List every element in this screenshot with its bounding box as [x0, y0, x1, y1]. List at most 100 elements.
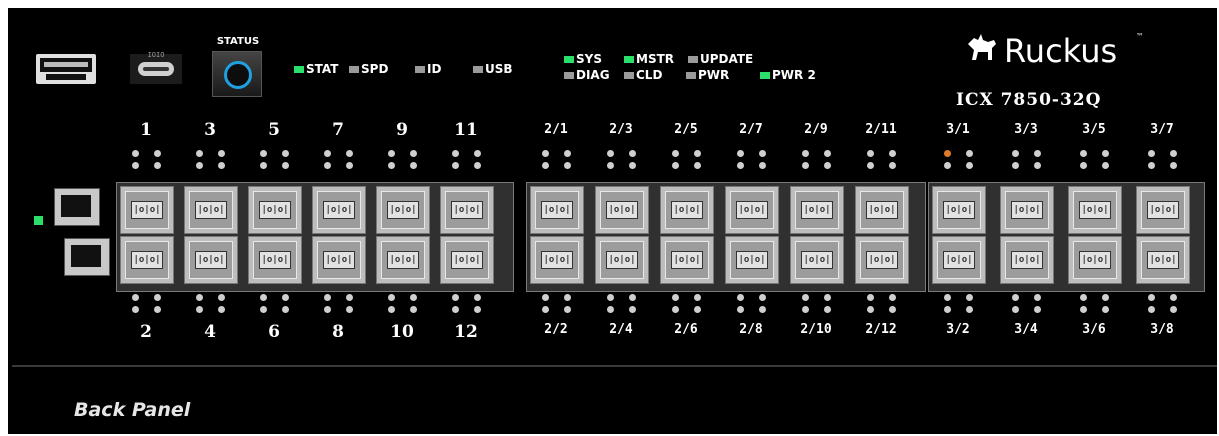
- led-spd-label: SPD: [361, 62, 389, 76]
- console-port[interactable]: [64, 238, 110, 276]
- model-number: ICX 7850-32Q: [956, 90, 1102, 110]
- qsfp-port-top[interactable]: |o|o|: [855, 186, 909, 234]
- qsfp-port-bottom[interactable]: |o|o|: [725, 236, 779, 284]
- qsfp-port-bottom[interactable]: |o|o|: [440, 236, 494, 284]
- port-led-icon: [324, 150, 331, 157]
- port-led-icon: [607, 150, 614, 157]
- qsfp-port-bottom[interactable]: |o|o|: [184, 236, 238, 284]
- qsfp-port-bottom[interactable]: |o|o|: [1068, 236, 1122, 284]
- qsfp-port-top[interactable]: |o|o|: [530, 186, 584, 234]
- led-indicator-icon: [624, 71, 634, 79]
- port-led-icon: [629, 306, 636, 313]
- port-cage-inner: |o|o|: [1141, 241, 1185, 279]
- port-cage-inner: |o|o|: [937, 191, 981, 229]
- port-led-icon: [564, 150, 571, 157]
- port-label-top: 2/3: [609, 122, 633, 137]
- port-led-icon: [474, 306, 481, 313]
- port-label-top: 2/9: [804, 122, 828, 137]
- qsfp-port-top[interactable]: |o|o|: [1000, 186, 1054, 234]
- port-led-icon: [542, 306, 549, 313]
- qsfp-port-bottom[interactable]: |o|o|: [1136, 236, 1190, 284]
- port-label-top: 11: [454, 120, 478, 140]
- port-led-icon: [1170, 150, 1177, 157]
- mgmt-port[interactable]: [54, 188, 100, 226]
- port-led-dots-bottom: [863, 292, 901, 314]
- lc-connector-icon: |o|o|: [1011, 251, 1043, 269]
- port-led-icon: [759, 306, 766, 313]
- port-label-bottom: 2/2: [544, 322, 568, 337]
- port-cage-inner: |o|o|: [381, 241, 425, 279]
- port-label-top: 9: [396, 120, 408, 140]
- port-led-icon: [474, 162, 481, 169]
- lc-connector-icon: |o|o|: [323, 201, 355, 219]
- port-led-icon: [1148, 294, 1155, 301]
- qsfp-port-bottom[interactable]: |o|o|: [1000, 236, 1054, 284]
- qsfp-port-top[interactable]: |o|o|: [1068, 186, 1122, 234]
- port-led-dots-bottom: [668, 292, 706, 314]
- port-led-dots-bottom: [192, 292, 230, 314]
- qsfp-port-bottom[interactable]: |o|o|: [312, 236, 366, 284]
- port-led-dots-bottom: [940, 292, 978, 314]
- port-led-icon: [346, 294, 353, 301]
- port-led-dots-top: [1144, 148, 1182, 170]
- qsfp-port-bottom[interactable]: |o|o|: [855, 236, 909, 284]
- port-led-dots-bottom: [603, 292, 641, 314]
- qsfp-port-top[interactable]: |o|o|: [1136, 186, 1190, 234]
- qsfp-port-top[interactable]: |o|o|: [932, 186, 986, 234]
- port-cage-inner: |o|o|: [600, 241, 644, 279]
- qsfp-port-top[interactable]: |o|o|: [184, 186, 238, 234]
- port-label-bottom: 2/10: [800, 322, 832, 337]
- port-led-icon: [737, 306, 744, 313]
- qsfp-port-bottom[interactable]: |o|o|: [660, 236, 714, 284]
- qsfp-port-bottom[interactable]: |o|o|: [932, 236, 986, 284]
- lc-connector-icon: |o|o|: [606, 201, 638, 219]
- qsfp-port-top[interactable]: |o|o|: [725, 186, 779, 234]
- port-cage-inner: |o|o|: [125, 241, 169, 279]
- led-indicator-icon: [415, 65, 425, 73]
- port-cage-inner: |o|o|: [317, 241, 361, 279]
- port-led-dots-bottom: [798, 292, 836, 314]
- qsfp-port-bottom[interactable]: |o|o|: [248, 236, 302, 284]
- qsfp-port-top[interactable]: |o|o|: [312, 186, 366, 234]
- port-led-icon: [672, 150, 679, 157]
- port-led-icon: [1080, 162, 1087, 169]
- qsfp-port-bottom[interactable]: |o|o|: [595, 236, 649, 284]
- qsfp-port-bottom[interactable]: |o|o|: [530, 236, 584, 284]
- qsfp-port-top[interactable]: |o|o|: [440, 186, 494, 234]
- port-led-icon: [388, 306, 395, 313]
- port-led-icon: [672, 294, 679, 301]
- port-led-icon: [1034, 162, 1041, 169]
- port-label-bottom: 2/4: [609, 322, 633, 337]
- hdmi-port-icon[interactable]: [36, 54, 96, 84]
- port-cage-inner: |o|o|: [189, 241, 233, 279]
- port-cage-inner: |o|o|: [1005, 241, 1049, 279]
- port-led-icon: [260, 150, 267, 157]
- led-id-label: ID: [427, 62, 442, 76]
- qsfp-port-top[interactable]: |o|o|: [376, 186, 430, 234]
- port-cage-inner: |o|o|: [1073, 241, 1117, 279]
- qsfp-port-top[interactable]: |o|o|: [790, 186, 844, 234]
- port-led-icon: [737, 162, 744, 169]
- port-led-dots-top: [192, 148, 230, 170]
- qsfp-port-top[interactable]: |o|o|: [248, 186, 302, 234]
- lc-connector-icon: |o|o|: [801, 251, 833, 269]
- port-led-icon: [1012, 294, 1019, 301]
- qsfp-port-top[interactable]: |o|o|: [660, 186, 714, 234]
- qsfp-port-bottom[interactable]: |o|o|: [120, 236, 174, 284]
- port-cage-inner: |o|o|: [860, 191, 904, 229]
- port-led-dots-bottom: [1076, 292, 1114, 314]
- port-label-top: 3: [204, 120, 216, 140]
- qsfp-port-bottom[interactable]: |o|o|: [790, 236, 844, 284]
- status-button[interactable]: [212, 51, 262, 97]
- port-led-icon: [260, 294, 267, 301]
- usbc-port[interactable]: IOIO: [130, 51, 182, 84]
- port-led-dots-top: [863, 148, 901, 170]
- qsfp-port-bottom[interactable]: |o|o|: [376, 236, 430, 284]
- lc-connector-icon: |o|o|: [387, 201, 419, 219]
- port-led-icon: [410, 294, 417, 301]
- port-led-icon: [1012, 150, 1019, 157]
- port-led-icon: [1170, 294, 1177, 301]
- port-led-icon: [324, 294, 331, 301]
- qsfp-port-top[interactable]: |o|o|: [595, 186, 649, 234]
- qsfp-port-top[interactable]: |o|o|: [120, 186, 174, 234]
